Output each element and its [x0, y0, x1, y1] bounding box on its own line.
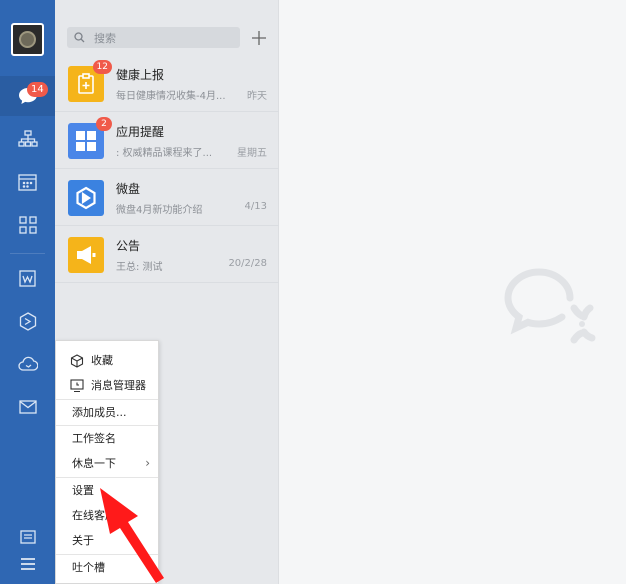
chevron-right-icon: › [145, 456, 150, 470]
weidrive-app-icon [68, 180, 104, 216]
search-placeholder: 搜索 [94, 32, 116, 45]
monitor-clock-icon [70, 379, 84, 392]
menu-label: 消息管理器 [91, 379, 146, 392]
contacts-org-icon [17, 130, 38, 147]
rail-divider [10, 253, 45, 254]
announcement-icon [68, 237, 104, 273]
red-arrow-annotation [100, 488, 164, 583]
conversation-time: 昨天 [247, 91, 267, 102]
chat-unread-badge: 14 [27, 82, 48, 97]
menu-item-work-signature[interactable]: 工作签名 [56, 426, 158, 451]
unread-badge: 12 [92, 60, 112, 74]
conversation-time: 20/2/28 [228, 258, 267, 269]
conversation-name: 应用提醒 [116, 125, 165, 139]
conversation-name: 公告 [116, 239, 141, 253]
avatar[interactable] [11, 23, 44, 56]
conversation-row-weidrive[interactable]: 微盘 微盘4月新功能介绍 4/13 [55, 170, 279, 226]
conversation-row-health-report[interactable]: 12 健康上报 每日健康情况收集-4月... 昨天 [55, 56, 279, 112]
left-nav-rail: 14 [0, 0, 55, 584]
menu-label: 收藏 [91, 354, 113, 367]
menu-label: 工作签名 [72, 432, 116, 445]
menu-item-add-member[interactable]: 添加成员... [56, 400, 158, 425]
nav-messages-button[interactable] [0, 76, 55, 116]
nav-meeting-button[interactable] [0, 344, 55, 384]
cloud-meeting-icon [17, 356, 38, 371]
conversation-preview: 微盘4月新功能介绍 [116, 205, 203, 216]
nav-mail-button[interactable] [0, 387, 55, 427]
conversation-preview: : 权威精品课程来了... [116, 148, 213, 159]
nav-docs-button[interactable] [0, 258, 55, 298]
main-content-area [280, 0, 626, 584]
menu-label: 关于 [72, 534, 94, 547]
menu-item-favorites[interactable]: 收藏 [56, 348, 158, 373]
menu-label: 休息一下 [72, 457, 116, 470]
conversation-time: 4/13 [244, 201, 267, 212]
nav-calendar-button[interactable] [0, 162, 55, 202]
conversation-preview: 每日健康情况收集-4月... [116, 91, 226, 102]
cube-icon [70, 354, 84, 368]
conversation-row-announcement[interactable]: 公告 王总: 测试 20/2/28 [55, 227, 279, 283]
search-icon [74, 32, 85, 43]
nav-weidrive-button[interactable] [0, 301, 55, 341]
minimize-icon [19, 530, 36, 544]
add-button[interactable] [249, 27, 269, 48]
mail-icon [18, 400, 37, 414]
search-box[interactable]: 搜索 [67, 27, 240, 48]
unread-badge: 2 [96, 117, 112, 131]
menu-item-take-break[interactable]: 休息一下 › [56, 451, 158, 476]
nav-contacts-button[interactable] [0, 119, 55, 159]
wecom-watermark-logo-icon [504, 268, 596, 344]
nav-more-menu-button[interactable] [0, 544, 55, 584]
weidrive-icon [19, 311, 36, 331]
conversation-preview: 王总: 测试 [116, 262, 163, 273]
conversation-row-app-reminder[interactable]: 2 应用提醒 : 权威精品课程来了... 星期五 [55, 113, 279, 169]
menu-item-message-manager[interactable]: 消息管理器 [56, 373, 158, 398]
conversation-name: 微盘 [116, 182, 141, 196]
conversation-name: 健康上报 [116, 68, 165, 82]
conversation-time: 星期五 [237, 148, 267, 159]
plus-icon [252, 30, 266, 45]
health-report-icon: 12 [68, 60, 112, 102]
apps-grid-icon [18, 216, 37, 234]
menu-label: 添加成员... [72, 406, 127, 419]
doc-w-icon [19, 269, 36, 287]
app-reminder-icon: 2 [68, 117, 112, 159]
app-window: 14 搜索 12 健康上报 每日健康情况收集-4月... 昨天 2 应用提醒:… [0, 0, 626, 584]
menu-label: 设置 [72, 484, 94, 497]
hamburger-menu-icon [20, 558, 35, 570]
nav-workbench-button[interactable] [0, 205, 55, 245]
calendar-icon [18, 174, 37, 191]
